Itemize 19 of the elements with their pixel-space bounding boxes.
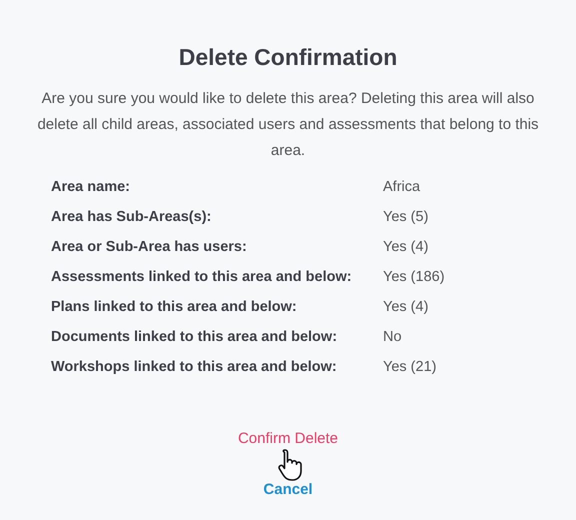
detail-label: Workshops linked to this area and below: (51, 358, 338, 377)
detail-value: No (383, 328, 403, 347)
confirm-delete-link[interactable]: Confirm Delete (238, 428, 338, 450)
detail-label: Area has Sub-Areas(s): (51, 208, 212, 227)
detail-label: Area or Sub-Area has users: (51, 238, 248, 257)
detail-label: Documents linked to this area and below: (51, 328, 338, 347)
detail-value: Africa (383, 178, 422, 197)
detail-label: Area name: (51, 178, 131, 197)
detail-value: Yes (4) (383, 298, 430, 317)
detail-label: Assessments linked to this area and below: (51, 268, 353, 287)
detail-value: Yes (5) (383, 208, 430, 227)
dialog-title: Delete Confirmation (178, 43, 398, 72)
detail-value: Yes (21) (383, 358, 438, 377)
cancel-link[interactable]: Cancel (263, 478, 313, 501)
detail-value: Yes (186) (383, 268, 446, 287)
detail-label: Plans linked to this area and below: (51, 298, 298, 317)
hand-cursor-icon (278, 448, 304, 482)
confirmation-message: Are you sure you would like to delete this area? Deleting this area will also delete all child areas, associated users and assessments that belong to this area. (36, 89, 540, 161)
detail-value: Yes (4) (383, 238, 430, 257)
